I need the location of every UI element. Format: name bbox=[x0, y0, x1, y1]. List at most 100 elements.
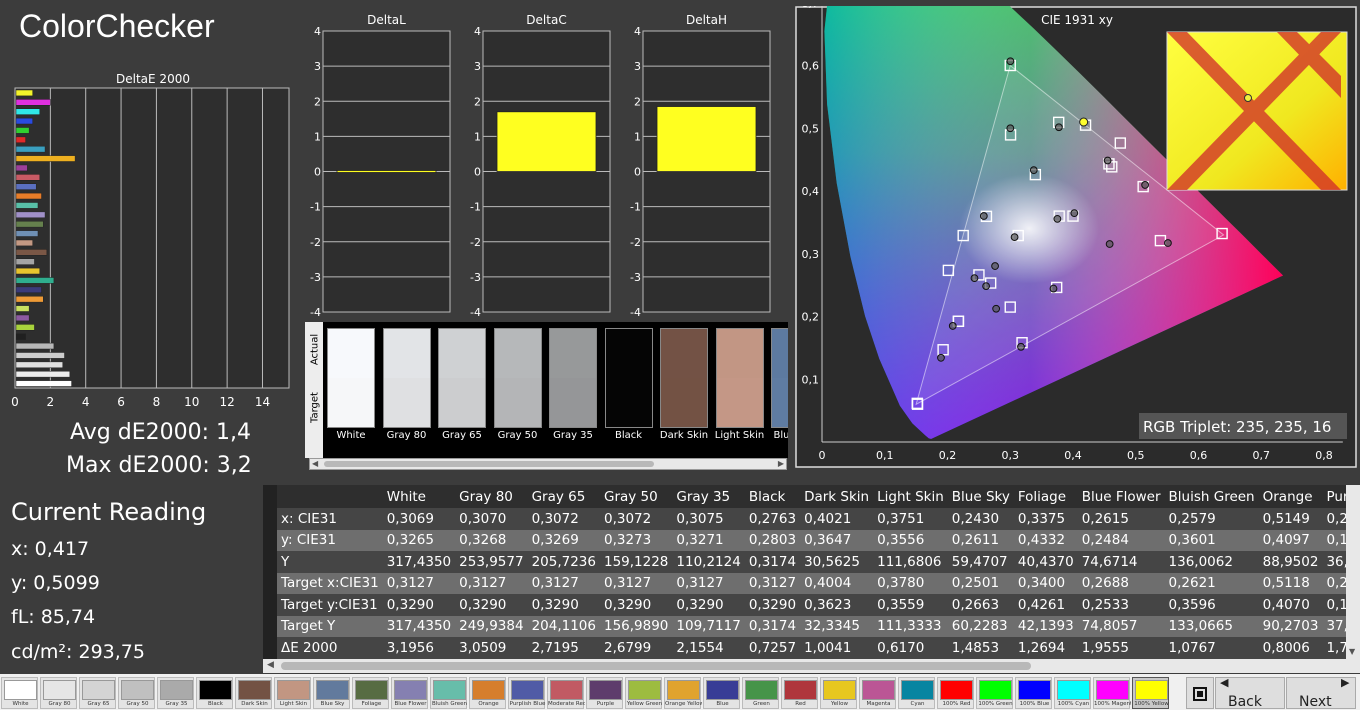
table-cell: Y bbox=[277, 551, 383, 573]
patch-button[interactable]: 100% Green bbox=[976, 677, 1013, 709]
scroll-left-icon[interactable]: ◀ bbox=[312, 459, 318, 469]
delta-bar bbox=[336, 170, 437, 173]
patch-button[interactable]: 100% Yellow bbox=[1132, 677, 1169, 709]
table-cell: 0,3601 bbox=[1164, 529, 1259, 551]
delta-tick-label: 1 bbox=[474, 130, 481, 143]
table-cell: Target x:CIE31 bbox=[277, 572, 383, 594]
cie-measured-point bbox=[1164, 239, 1172, 247]
swatch-strip: Actual Target White Gray 80 Gray 65 Gray 50… bbox=[305, 322, 788, 458]
delta-tick-label: 3 bbox=[634, 60, 641, 73]
deltae-bar bbox=[15, 342, 55, 350]
patch-button[interactable]: Gray 50 bbox=[118, 677, 155, 709]
patch-button[interactable]: Orange Yellow bbox=[664, 677, 702, 709]
stop-icon bbox=[1193, 687, 1207, 701]
table-cell: 0,2621 bbox=[1164, 572, 1259, 594]
table-scrollbar[interactable]: ◀ bbox=[263, 659, 1360, 673]
patch-button[interactable]: Moderate Red bbox=[547, 677, 585, 709]
cie-x-tick: 0,8 bbox=[1315, 449, 1333, 462]
deltae-bar bbox=[15, 192, 42, 200]
patch-button[interactable]: Bluish Green bbox=[430, 677, 467, 709]
table-cell: 0,3127 bbox=[382, 572, 456, 594]
table-cell: 0,3269 bbox=[527, 529, 600, 551]
patch-button[interactable]: Cyan bbox=[898, 677, 935, 709]
table-scroll-thumb[interactable] bbox=[281, 662, 1031, 670]
table-cell: 32,3345 bbox=[800, 615, 874, 637]
patch-button[interactable]: Gray 35 bbox=[157, 677, 194, 709]
patch-button[interactable]: Foliage bbox=[352, 677, 389, 709]
table-cell: 0,3559 bbox=[873, 594, 948, 616]
patch-button[interactable]: Dark Skin bbox=[235, 677, 272, 709]
scroll-right-icon[interactable]: ▶ bbox=[778, 459, 784, 469]
swatch-scrollbar[interactable]: ◀ ▶ bbox=[309, 458, 787, 470]
table-column-header: Black bbox=[748, 489, 786, 505]
delta-tick-label: -2 bbox=[630, 236, 641, 249]
back-button[interactable]: ◀ Back bbox=[1215, 676, 1285, 710]
patch-button[interactable]: Magenta bbox=[859, 677, 896, 709]
delta-tick-label: 4 bbox=[634, 25, 641, 38]
next-button[interactable]: ▶ Next bbox=[1286, 676, 1356, 710]
table-vscroll[interactable]: ▼ bbox=[1346, 485, 1360, 659]
stop-button[interactable] bbox=[1186, 677, 1214, 709]
delta-tick-label: 2 bbox=[474, 95, 481, 108]
swatch-actual bbox=[715, 328, 764, 380]
table-cell: 0,3273 bbox=[599, 529, 673, 551]
patch-button[interactable]: Yellow Green bbox=[625, 677, 662, 709]
patch-button[interactable]: Green bbox=[742, 677, 779, 709]
delta-tick-label: -3 bbox=[310, 271, 321, 284]
patch-label: 100% Red bbox=[942, 701, 971, 707]
cie-measured-point bbox=[1010, 233, 1019, 242]
patch-button[interactable]: Orange bbox=[469, 677, 506, 709]
delta-tick-label: 3 bbox=[314, 60, 321, 73]
swatch-target bbox=[715, 378, 764, 428]
table-cell: 0,3290 bbox=[744, 594, 801, 616]
deltae-bar bbox=[15, 267, 40, 275]
patch-button[interactable]: Purple bbox=[586, 677, 623, 709]
table-row: Target Y 317,4350 249,9384 204,1106 156,9890… bbox=[277, 615, 1360, 637]
cie-measured-point bbox=[970, 274, 979, 283]
table-cell: 0,4004 bbox=[800, 572, 874, 594]
patch-button[interactable]: Gray 65 bbox=[79, 677, 116, 709]
patch-button[interactable]: Blue bbox=[703, 677, 740, 709]
back-icon: ◀ bbox=[1220, 676, 1229, 689]
cie-y-tick: 0,7 bbox=[802, 6, 820, 10]
table-scroll-left-icon[interactable]: ◀ bbox=[267, 660, 274, 670]
table-cell: 40,4370 bbox=[1013, 551, 1078, 573]
cie-measured-point bbox=[948, 322, 957, 330]
patch-button[interactable]: Blue Flower bbox=[391, 677, 428, 709]
table-scroll-down-icon[interactable]: ▼ bbox=[1349, 647, 1355, 656]
patch-swatch bbox=[628, 680, 661, 700]
cie-x-tick: 0,2 bbox=[939, 449, 957, 462]
patch-button[interactable]: Blue Sky bbox=[313, 677, 350, 709]
target-label: Target bbox=[309, 392, 321, 423]
patch-button[interactable]: 100% Magenta bbox=[1093, 677, 1131, 709]
rgb-triplet: RGB Triplet: 235, 235, 16 bbox=[1143, 418, 1331, 436]
swatch-actual bbox=[549, 328, 597, 380]
patch-button[interactable]: Yellow bbox=[820, 677, 857, 709]
delta-tick-label: 2 bbox=[634, 95, 641, 108]
patch-button[interactable]: Purplish Blue bbox=[508, 677, 545, 709]
cie-measured-point bbox=[1103, 156, 1112, 165]
delta-tick-label: 4 bbox=[474, 25, 481, 38]
patch-button[interactable]: 100% Blue bbox=[1015, 677, 1052, 709]
table-cell: 1,0767 bbox=[1164, 637, 1259, 659]
table-cell: 159,1228 bbox=[599, 551, 673, 573]
patch-button[interactable]: 100% Cyan bbox=[1054, 677, 1091, 709]
patch-button[interactable]: Light Skin bbox=[274, 677, 311, 709]
table-cell: 0,3290 bbox=[599, 594, 673, 616]
patch-button[interactable]: Red bbox=[781, 677, 818, 709]
table-cell: 0,3780 bbox=[873, 572, 948, 594]
delta-tick-label: 3 bbox=[474, 60, 481, 73]
patch-label: Foliage bbox=[361, 701, 382, 707]
patch-button[interactable]: White bbox=[1, 677, 38, 709]
patch-button[interactable]: Gray 80 bbox=[40, 677, 77, 709]
cie-x-tick: 0,7 bbox=[1253, 449, 1271, 462]
patch-button[interactable]: 100% Red bbox=[937, 677, 974, 709]
table-column-header: Light Skin bbox=[877, 489, 944, 505]
table-cell: 90,2703 bbox=[1258, 615, 1323, 637]
swatch-scroll-thumb[interactable] bbox=[324, 461, 654, 467]
patch-swatch bbox=[1018, 680, 1051, 700]
patch-label: Blue bbox=[716, 701, 729, 707]
patch-label: 100% Green bbox=[978, 701, 1013, 707]
patch-label: Blue Flower bbox=[394, 701, 427, 707]
patch-button[interactable]: Black bbox=[196, 677, 233, 709]
